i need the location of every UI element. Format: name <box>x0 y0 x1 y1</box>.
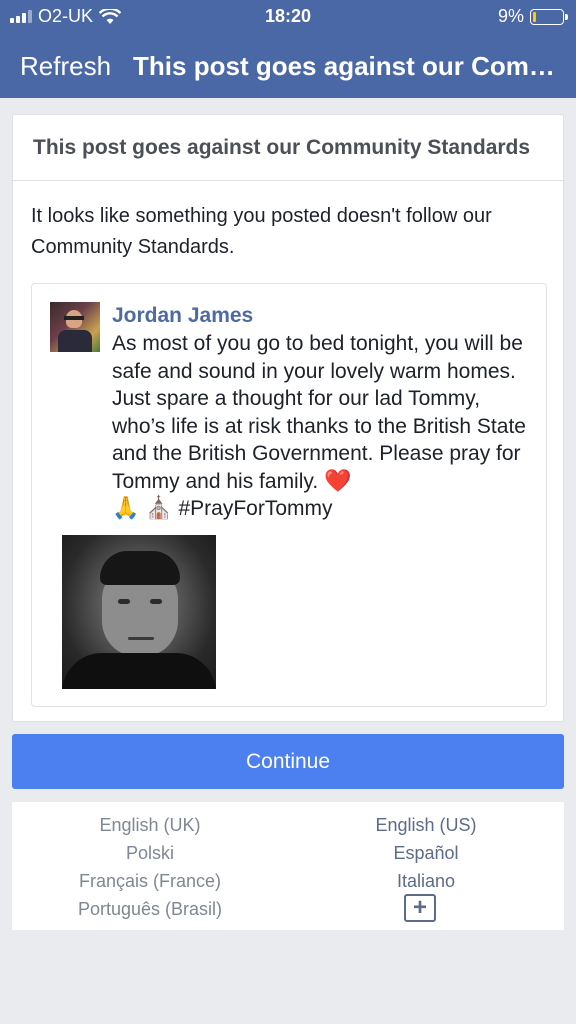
nav-bar: Refresh This post goes against our Comm.… <box>0 44 576 88</box>
church-emoji-icon: ⛪ <box>145 496 173 521</box>
post-hashtag: #PrayForTommy <box>178 497 333 520</box>
language-portugues[interactable]: Português (Brasil) <box>12 899 288 920</box>
top-bar: O2-UK 18:20 9% Refresh This post goes ag… <box>0 0 576 98</box>
standards-card: This post goes against our Community Sta… <box>12 114 564 722</box>
language-english-uk[interactable]: English (UK) <box>12 815 288 836</box>
clock: 18:20 <box>264 6 312 26</box>
card-header: This post goes against our Community Sta… <box>13 115 563 181</box>
battery-percent: 9% <box>497 6 524 26</box>
post-body: As most of you go to bed tonight, you wi… <box>112 332 526 493</box>
continue-button[interactable]: Continue <box>12 734 564 789</box>
language-english-us[interactable]: English (US) <box>288 815 564 836</box>
language-francais[interactable]: Français (France) <box>12 871 288 892</box>
language-espanol[interactable]: Español <box>288 843 564 864</box>
post-author: Jordan James <box>112 304 254 327</box>
language-italiano[interactable]: Italiano <box>288 871 564 892</box>
battery-level <box>533 11 536 22</box>
page-title: This post goes against our Comm... <box>133 50 566 81</box>
language-polski[interactable]: Polski <box>12 843 288 864</box>
notice-text: It looks like something you posted doesn… <box>31 205 492 258</box>
heart-emoji-icon: ❤️ <box>324 468 352 494</box>
more-languages-button[interactable]: + <box>404 894 436 922</box>
refresh-button[interactable]: Refresh <box>20 51 111 82</box>
post-text: As most of you go to bed tonight, you wi… <box>112 330 532 523</box>
post-preview: Jordan James As most of you go to bed to… <box>31 283 547 707</box>
status-bar: O2-UK 18:20 9% <box>0 0 576 34</box>
avatar <box>50 302 100 352</box>
battery-icon <box>530 8 568 25</box>
post-photo <box>62 535 216 689</box>
status-right: 9% <box>497 6 568 27</box>
praying-hands-emoji-icon: 🙏 <box>112 496 140 521</box>
language-selector: English (UK) English (US) Polski Español… <box>12 802 564 930</box>
card-body: It looks like something you posted doesn… <box>13 181 563 707</box>
